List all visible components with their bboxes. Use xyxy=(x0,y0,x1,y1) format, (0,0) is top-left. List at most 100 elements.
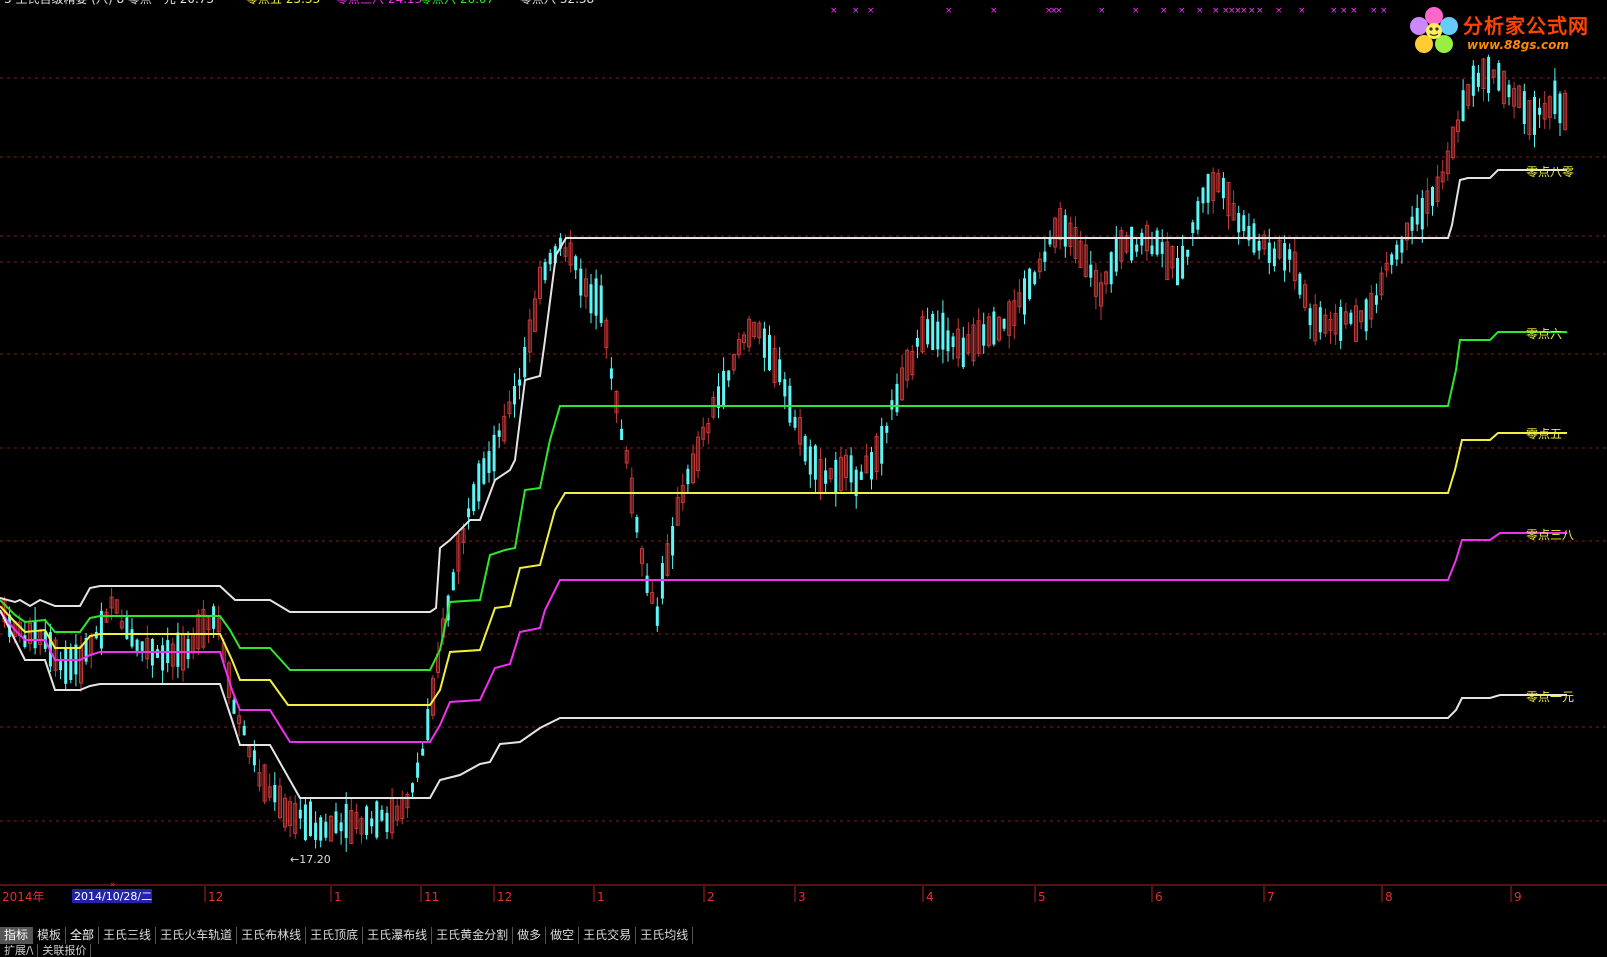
candle-body xyxy=(1191,222,1195,234)
tab-3[interactable]: 全部 xyxy=(66,927,100,944)
year-label: 2014年 xyxy=(2,890,45,904)
signal-marker: × xyxy=(990,6,998,16)
tab-13[interactable]: 王氏均线 xyxy=(636,927,694,944)
tab-12[interactable]: 王氏交易 xyxy=(579,927,637,944)
signal-marker: × xyxy=(1132,6,1140,16)
time-tick-label: 12 xyxy=(208,890,223,904)
candle-body xyxy=(1267,242,1271,263)
candle-body xyxy=(33,620,37,649)
candle-body xyxy=(859,471,863,480)
candle-body xyxy=(23,635,27,647)
candle-body xyxy=(717,386,720,408)
tab-6[interactable]: 王氏布林线 xyxy=(237,927,307,944)
candle-body xyxy=(421,748,425,756)
candle-body xyxy=(467,508,471,518)
tab-11[interactable]: 做空 xyxy=(546,927,580,944)
candle-body xyxy=(1308,308,1312,326)
candle-body xyxy=(156,649,159,658)
candle-body xyxy=(1206,173,1210,203)
title-text: 零点六 26.07 xyxy=(420,0,494,6)
site-logo: 分析家公式网 www.88gs.com xyxy=(1405,4,1601,58)
candle-body xyxy=(1558,93,1562,124)
candle-body xyxy=(1283,243,1287,271)
status-item-2[interactable]: 关联报价 xyxy=(38,944,92,957)
candle-body xyxy=(1048,238,1052,245)
title-text: 零点八 32.38 xyxy=(520,0,594,6)
candle-body xyxy=(492,434,496,472)
candle-body xyxy=(1221,178,1225,199)
candle-body xyxy=(609,368,613,379)
candle-body xyxy=(1196,201,1200,230)
kline-chart[interactable]: 3 王氏百级精要 (八) 8 零点一元 20.73 零点五 25.33 零点三八 2… xyxy=(0,0,1607,908)
candle-body xyxy=(982,324,986,346)
candle-body xyxy=(635,517,639,533)
candle-body xyxy=(849,455,853,483)
candle-body xyxy=(1181,245,1185,279)
min-price-label: ←17.20 xyxy=(290,853,331,866)
candle-body xyxy=(655,606,659,626)
tab-8[interactable]: 王氏瀑布线 xyxy=(363,927,433,944)
signal-marker: × xyxy=(1160,6,1168,16)
candle-body xyxy=(808,446,812,475)
candle-body xyxy=(813,445,817,480)
candle-body xyxy=(890,400,894,410)
candle-body xyxy=(961,337,965,368)
candle-body xyxy=(895,383,899,413)
candle-body xyxy=(936,321,940,350)
candle-body xyxy=(594,278,598,316)
signal-marker: × xyxy=(1240,6,1248,16)
candle-body xyxy=(599,285,603,323)
candle-body xyxy=(1063,215,1067,247)
candle-body xyxy=(1140,232,1144,246)
candle-body xyxy=(548,252,552,265)
candle-body xyxy=(1298,273,1302,295)
candle-body xyxy=(1160,242,1164,254)
candle-body xyxy=(451,572,455,591)
candle-body xyxy=(1272,248,1276,267)
candle-body xyxy=(385,812,389,833)
candle-body xyxy=(64,647,68,684)
candle-body xyxy=(186,639,190,660)
candle-body xyxy=(477,463,481,502)
candle-body xyxy=(472,484,476,512)
tab-4[interactable]: 王氏三线 xyxy=(99,927,157,944)
candle-body xyxy=(783,379,787,397)
candle-body xyxy=(1023,278,1026,315)
tab-10[interactable]: 做多 xyxy=(513,927,547,944)
candle-body xyxy=(1043,251,1047,262)
level-label: 零点八零 xyxy=(1526,165,1574,179)
chart-area[interactable]: 3 王氏百级精要 (八) 8 零点一元 20.73 零点五 25.33 零点三八 2… xyxy=(0,0,1607,908)
candle-body xyxy=(1538,107,1542,115)
tab-9[interactable]: 王氏黄金分割 xyxy=(432,927,514,944)
candle-body xyxy=(1109,252,1113,285)
candle-body xyxy=(59,661,63,671)
candle-body xyxy=(1033,272,1037,285)
tab-5[interactable]: 王氏火车轨道 xyxy=(156,927,238,944)
tab-2[interactable]: 模板 xyxy=(33,927,67,944)
candle-body xyxy=(232,699,236,714)
candle-body xyxy=(671,526,675,556)
tab-1[interactable]: 指标 xyxy=(0,927,34,944)
status-item-1[interactable]: 扩展/\ xyxy=(0,944,39,957)
title-text: 3 王氏百级精要 (八) 8 零点一元 20.73 xyxy=(4,0,214,6)
tab-7[interactable]: 王氏顶底 xyxy=(306,927,364,944)
indicator-tab-bar: 指标 模板 全部 王氏三线 王氏火车轨道 王氏布林线 王氏顶底 王氏瀑布线 王氏黄金分割 做多 做空… xyxy=(0,927,1607,944)
candle-body xyxy=(1390,254,1394,265)
candle-body xyxy=(1186,249,1190,257)
candle-body xyxy=(1150,245,1154,255)
candle-body xyxy=(1089,264,1093,278)
signal-marker: × xyxy=(1055,6,1063,16)
signal-marker: × xyxy=(1340,6,1348,16)
candle-body xyxy=(69,647,73,680)
candle-body xyxy=(793,416,797,428)
candle-body xyxy=(992,311,996,345)
signal-marker: × xyxy=(852,6,860,16)
candle-body xyxy=(620,428,624,440)
candle-body xyxy=(1461,90,1465,122)
candle-body xyxy=(788,385,792,423)
title-text: 零点五 25.33 xyxy=(246,0,320,6)
level-label: 零点三八 xyxy=(1526,528,1574,542)
candle-body xyxy=(161,645,165,671)
candle-body xyxy=(273,785,277,803)
signal-marker: × xyxy=(1212,6,1220,16)
